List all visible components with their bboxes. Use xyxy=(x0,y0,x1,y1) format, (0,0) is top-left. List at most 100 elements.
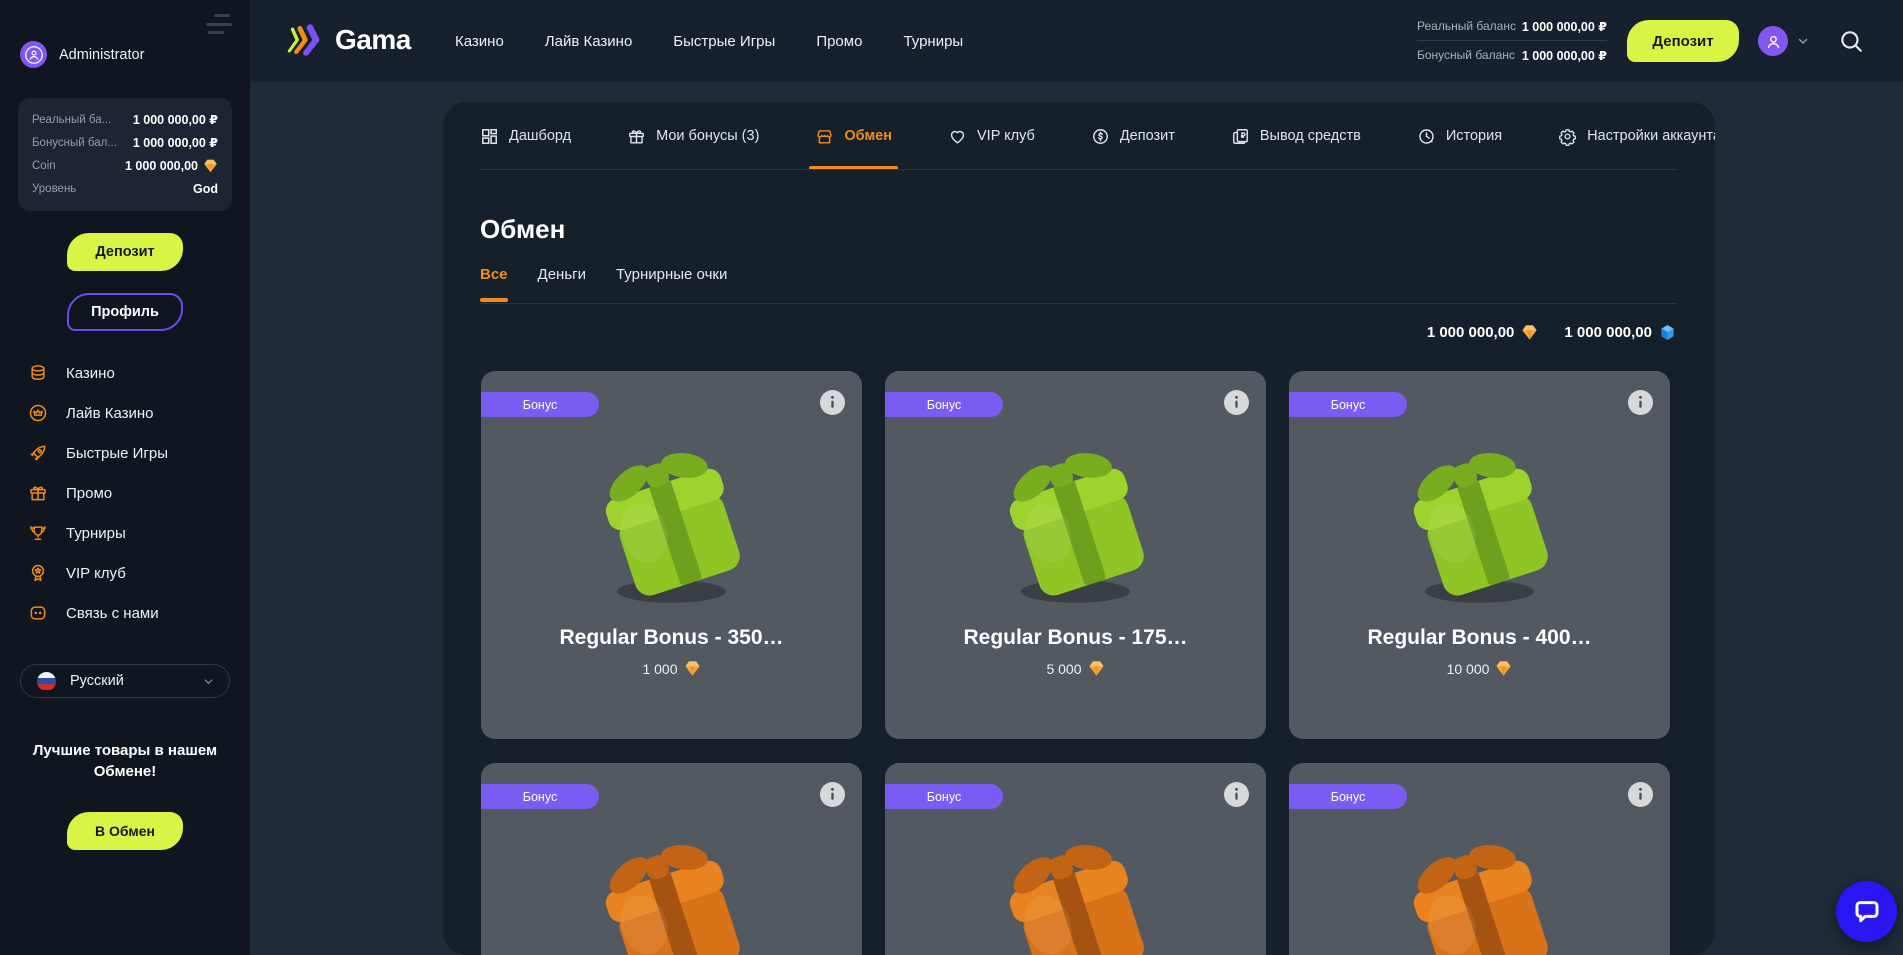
sidebar-item-live-casino[interactable]: Лайв Казино xyxy=(0,393,250,433)
sidebar-item-vip-club[interactable]: VIP клуб xyxy=(0,553,250,593)
info-button[interactable] xyxy=(1224,782,1249,807)
bonus-title: Regular Bonus - 350… xyxy=(481,626,862,650)
tab-withdraw[interactable]: Вывод средств xyxy=(1231,102,1361,170)
search-icon xyxy=(1838,28,1864,54)
tabs-divider xyxy=(480,169,1677,170)
nav-promo[interactable]: Промо xyxy=(816,33,862,50)
gama-logo[interactable]: Gama xyxy=(287,22,411,58)
gift-image-green xyxy=(973,426,1178,614)
bonus-badge: Бонус xyxy=(885,392,1003,417)
sidebar-item-fast-games[interactable]: Быстрые Игры xyxy=(0,433,250,473)
info-button[interactable] xyxy=(820,390,845,415)
coin-balance-row: Coin 1 000 000,00 xyxy=(32,156,218,177)
bonus-badge: Бонус xyxy=(1289,784,1407,809)
filter-tab-money[interactable]: Деньги xyxy=(538,266,586,283)
sidebar-deposit-button[interactable]: Депозит xyxy=(67,233,183,271)
chat-bubble-icon xyxy=(1852,897,1882,927)
bonus-badge: Бонус xyxy=(885,784,1003,809)
info-icon xyxy=(1224,782,1249,807)
sidebar-balance-card: Реальный ба... 1 000 000,00 ₽ Бонусный б… xyxy=(18,98,232,211)
language-label: Русский xyxy=(70,673,188,689)
info-icon xyxy=(820,390,845,415)
bonus-balance-row: Бонусный бал... 1 000 000,00 ₽ xyxy=(32,132,218,153)
nav-tournaments[interactable]: Турниры xyxy=(903,33,963,50)
tab-vip-club[interactable]: VIP клуб xyxy=(948,102,1035,170)
tab-account-settings[interactable]: Настройки аккаунта xyxy=(1558,102,1715,170)
bonus-card[interactable]: Бонус Regular Bonus - 175… 5 000 xyxy=(885,371,1266,739)
bonus-badge: Бонус xyxy=(1289,392,1407,417)
to-exchange-button[interactable]: В Обмен xyxy=(67,812,183,850)
sidebar-collapse-button[interactable] xyxy=(206,14,234,34)
sidebar-item-promo[interactable]: Промо xyxy=(0,473,250,513)
tab-label: История xyxy=(1446,128,1502,144)
info-icon xyxy=(820,782,845,807)
bonus-price-value: 10 000 xyxy=(1447,661,1490,677)
live-casino-icon xyxy=(28,403,48,423)
sidebar-item-tournaments[interactable]: Турниры xyxy=(0,513,250,553)
tab-dashboard[interactable]: Дашборд xyxy=(480,102,571,170)
bonus-balance-label: Бонусный баланс xyxy=(1417,48,1515,62)
info-icon xyxy=(1224,390,1249,415)
tab-exchange[interactable]: Обмен xyxy=(815,102,892,170)
bonus-balance-value: 1 000 000,00 ₽ xyxy=(1522,48,1607,63)
bonus-price: 1 000 xyxy=(481,660,862,677)
bonus-card[interactable]: Бонус Regular Bonus - 350… 1 000 xyxy=(481,371,862,739)
nav-fast-games[interactable]: Быстрые Игры xyxy=(673,33,775,50)
coin-balance-label: Coin xyxy=(32,160,56,172)
level-row: Уровень God xyxy=(32,179,218,200)
filter-tab-all[interactable]: Все xyxy=(480,266,508,283)
info-button[interactable] xyxy=(1628,782,1653,807)
sidebar-profile-button[interactable]: Профиль xyxy=(67,293,183,331)
bonus-card[interactable]: Бонус xyxy=(885,763,1266,955)
sidebar-item-label: VIP клуб xyxy=(66,565,126,582)
russia-flag-icon xyxy=(37,672,56,691)
filter-tab-tournament-points[interactable]: Турнирные очки xyxy=(616,266,727,283)
live-chat-button[interactable] xyxy=(1836,881,1897,942)
sidebar-item-contact[interactable]: Связь с нами xyxy=(0,593,250,633)
tab-label: Вывод средств xyxy=(1260,128,1361,144)
info-button[interactable] xyxy=(1628,390,1653,415)
header-deposit-button[interactable]: Депозит xyxy=(1627,20,1739,62)
bonus-card[interactable]: Бонус Regular Bonus - 400… 10 000 xyxy=(1289,371,1670,739)
gem-orange-icon xyxy=(1495,660,1512,677)
gem-orange-icon xyxy=(684,660,701,677)
bonus-balance-label: Бонусный бал... xyxy=(32,137,117,149)
info-button[interactable] xyxy=(820,782,845,807)
page-title: Обмен xyxy=(480,214,565,245)
tab-label: Депозит xyxy=(1120,128,1175,144)
gama-logo-icon xyxy=(287,22,327,58)
header-real-balance: Реальный баланс 1 000 000,00 ₽ xyxy=(1417,15,1607,37)
tab-deposit[interactable]: Депозит xyxy=(1091,102,1175,170)
rocket-icon xyxy=(28,443,48,463)
level-value: God xyxy=(193,182,218,196)
bonus-badge: Бонус xyxy=(481,784,599,809)
account-panel: Дашборд Мои бонусы (3) Обмен VIP клуб Де… xyxy=(443,102,1715,955)
search-button[interactable] xyxy=(1838,28,1864,54)
history-icon xyxy=(1417,127,1436,146)
tab-history[interactable]: История xyxy=(1417,102,1502,170)
bonus-card[interactable]: Бонус xyxy=(481,763,862,955)
tab-label: Мои бонусы (3) xyxy=(656,128,759,144)
coin-balance: 1 000 000,00 xyxy=(1427,324,1539,341)
bonus-title: Regular Bonus - 175… xyxy=(885,626,1266,650)
coin-balance-value: 1 000 000,00 xyxy=(125,159,198,173)
real-balance-label: Реальный ба... xyxy=(32,114,111,126)
bonus-cards-grid: Бонус Regular Bonus - 350… 1 000 Бонус R… xyxy=(481,371,1670,955)
gem-blue-icon xyxy=(1659,324,1676,341)
header-bonus-balance: Бонусный баланс 1 000 000,00 ₽ xyxy=(1417,44,1607,66)
sidebar-user[interactable]: Administrator xyxy=(20,41,144,68)
tab-label: Настройки аккаунта xyxy=(1587,128,1715,144)
info-button[interactable] xyxy=(1224,390,1249,415)
nav-live-casino[interactable]: Лайв Казино xyxy=(545,33,633,50)
user-avatar-icon xyxy=(20,41,47,68)
gift-icon xyxy=(28,483,48,503)
language-selector[interactable]: Русский xyxy=(20,664,230,698)
account-menu[interactable] xyxy=(1758,26,1810,56)
sidebar-item-casino[interactable]: Казино xyxy=(0,353,250,393)
dashboard-icon xyxy=(480,127,499,146)
tab-my-bonuses[interactable]: Мои бонусы (3) xyxy=(627,102,759,170)
bonus-card[interactable]: Бонус xyxy=(1289,763,1670,955)
sidebar-item-label: Быстрые Игры xyxy=(66,445,168,462)
sidebar-menu: Казино Лайв Казино Быстрые Игры Промо Ту… xyxy=(0,353,250,633)
nav-casino[interactable]: Казино xyxy=(455,33,504,50)
